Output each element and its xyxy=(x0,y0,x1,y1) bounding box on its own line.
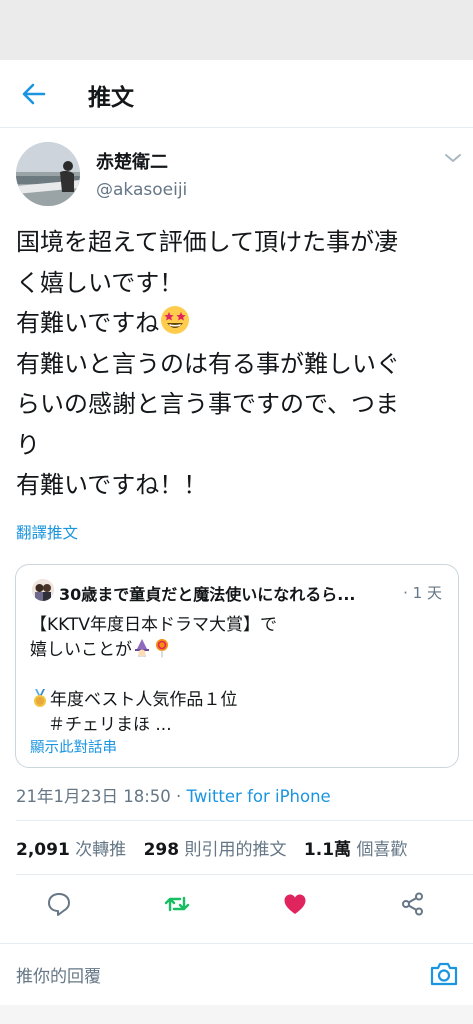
likes-stat[interactable]: 1.1萬 個喜歡 xyxy=(304,840,408,860)
page-title: 推文 xyxy=(88,85,134,111)
quotes-stat[interactable]: 298 則引用的推文 xyxy=(144,840,287,860)
status-bar xyxy=(0,0,473,60)
quotes-label: 則引用的推文 xyxy=(184,840,287,860)
tweet-line: り xyxy=(16,430,40,459)
tweet-text: 国境を超えて評価して頂けた事が凄 く嬉しいです！ 有難いですね 有難いと言うのは… xyxy=(16,222,461,506)
quote-avatar xyxy=(32,579,54,601)
divider xyxy=(16,874,473,875)
top-bar: 推文 xyxy=(0,60,473,128)
comment-icon[interactable] xyxy=(45,890,73,918)
retweet-icon[interactable] xyxy=(163,890,191,918)
tweet-line: 国境を超えて評価して頂けた事が凄 xyxy=(16,228,399,256)
tweet-line: 有難いですね xyxy=(16,303,461,344)
tweet-meta: 21年1月23日 18:50 · Twitter for iPhone xyxy=(16,783,331,807)
tweet-stats: 2,091 次轉推 298 則引用的推文 1.1萬 個喜歡 xyxy=(16,835,419,860)
show-thread-link[interactable]: 顯示此對話串 xyxy=(30,736,117,757)
camera-icon[interactable] xyxy=(428,960,460,988)
chevron-down-icon[interactable] xyxy=(442,150,464,166)
tweet-line-text: 有難いですね xyxy=(16,309,160,337)
medal-icon xyxy=(34,689,46,707)
heart-icon[interactable] xyxy=(281,890,309,918)
divider xyxy=(16,820,473,821)
author-handle[interactable]: @akasoeiji xyxy=(96,180,187,200)
quoted-tweet[interactable]: 30歳まで童貞だと魔法使いになれるら... · 1 天 【KKTV年度日本ドラマ… xyxy=(15,564,459,768)
quote-line-text: 嬉しいことが xyxy=(30,640,132,660)
reply-bar: 推你的回覆 xyxy=(0,943,473,1005)
wizard-emoji-icon xyxy=(135,639,149,657)
quotes-count: 298 xyxy=(143,840,180,860)
retweets-label: 次轉推 xyxy=(75,840,127,860)
retweets-count: 2,091 xyxy=(16,840,70,860)
tweet-line: らいの感謝と言う事ですので、つま xyxy=(16,390,400,418)
likes-count: 1.1萬 xyxy=(303,840,352,860)
quote-avatar-image xyxy=(32,579,54,601)
quote-text: 【KKTV年度日本ドラマ大賞】で 嬉しいことが 年度ベスト人気作品１位 ＃チェリ… xyxy=(30,613,277,738)
lollipop-emoji-icon xyxy=(156,639,168,658)
quote-line: ＃チェリまほ ... xyxy=(30,713,277,738)
retweets-stat[interactable]: 2,091 次轉推 xyxy=(16,840,126,860)
tweet-timestamp: 21年1月23日 18:50 · xyxy=(16,787,187,806)
tweet-source-link[interactable]: Twitter for iPhone xyxy=(187,787,331,806)
system-nav-strip xyxy=(0,1005,473,1024)
star-struck-emoji-icon xyxy=(161,306,190,334)
quote-line xyxy=(30,663,277,688)
likes-label: 個喜歡 xyxy=(356,840,408,860)
translate-tweet-link[interactable]: 翻譯推文 xyxy=(16,521,78,543)
avatar-photo xyxy=(16,142,80,206)
author-name[interactable]: 赤楚衛二 xyxy=(96,148,168,174)
tweet-actions xyxy=(0,882,473,926)
tweet-line: 有難いと言うのは有る事が難しいぐ xyxy=(16,349,400,378)
arrow-left-icon[interactable] xyxy=(18,80,50,108)
quote-line: 年度ベスト人気作品１位 xyxy=(30,688,277,713)
quote-line: 嬉しいことが xyxy=(30,638,277,663)
quote-author-name: 30歳まで童貞だと魔法使いになれるら... xyxy=(59,585,356,604)
quote-time: · 1 天 xyxy=(403,584,442,602)
tweet-line: く嬉しいです！ xyxy=(16,268,184,297)
quote-line-text: 年度ベスト人気作品１位 xyxy=(50,690,238,710)
tweet-line: 有難いですね！！ xyxy=(16,471,208,499)
quote-hashtag[interactable]: ＃チェリまほ ... xyxy=(48,715,172,735)
avatar[interactable] xyxy=(16,142,80,206)
quote-line: 【KKTV年度日本ドラマ大賞】で xyxy=(30,615,277,635)
reply-input[interactable]: 推你的回覆 xyxy=(16,962,101,987)
share-icon[interactable] xyxy=(399,890,427,918)
